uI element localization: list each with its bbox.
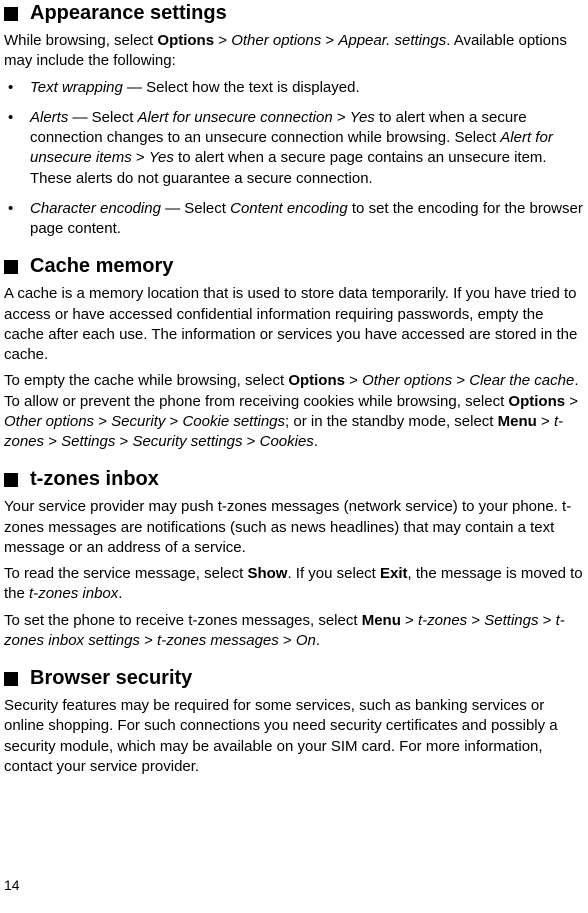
text: ; or in the standby mode, select xyxy=(285,413,498,430)
text: > xyxy=(214,32,231,49)
text: — Select how the text is displayed. xyxy=(123,79,360,96)
security-p1: Security features may be required for so… xyxy=(4,696,586,777)
list-item: Character encoding — Select Content enco… xyxy=(4,199,586,240)
bold-text: Menu xyxy=(498,413,537,430)
text: > xyxy=(565,393,578,410)
text: — Select xyxy=(68,109,137,126)
heading-text: Appearance settings xyxy=(30,0,227,27)
text: > xyxy=(537,413,554,430)
tzones-p1: Your service provider may push t-zones m… xyxy=(4,497,586,558)
section-tzones: t-zones inbox Your service provider may … xyxy=(4,466,586,651)
text: > xyxy=(321,32,338,49)
italic-text: Character encoding xyxy=(30,200,161,217)
bold-text: Options xyxy=(157,32,214,49)
italic-text: Appear. settings xyxy=(338,32,446,49)
italic-text: Alerts xyxy=(30,109,68,126)
text: > xyxy=(165,413,182,430)
text: > xyxy=(401,612,418,629)
cache-p1: A cache is a memory location that is use… xyxy=(4,284,586,365)
tzones-p2: To read the service message, select Show… xyxy=(4,564,586,605)
bold-text: Options xyxy=(508,393,565,410)
square-bullet-icon xyxy=(4,473,18,487)
bold-text: Show xyxy=(247,565,287,582)
italic-text: Cookies xyxy=(260,433,314,450)
text: > xyxy=(140,632,157,649)
text: . If you select xyxy=(287,565,380,582)
italic-text: Security xyxy=(111,413,165,430)
text: > xyxy=(94,413,111,430)
text: > xyxy=(44,433,61,450)
section-appearance: Appearance settings While browsing, sele… xyxy=(4,0,586,239)
appearance-list: Text wrapping — Select how the text is d… xyxy=(4,78,586,240)
document-page: Appearance settings While browsing, sele… xyxy=(0,0,588,777)
cache-p2: To empty the cache while browsing, selec… xyxy=(4,371,586,452)
italic-text: t-zones xyxy=(418,612,467,629)
text: While browsing, select xyxy=(4,32,157,49)
italic-text: Yes xyxy=(350,109,375,126)
italic-text: On xyxy=(296,632,316,649)
bold-text: Options xyxy=(288,372,345,389)
text: To set the phone to receive t-zones mess… xyxy=(4,612,362,629)
italic-text: Other options xyxy=(362,372,452,389)
bold-text: Menu xyxy=(362,612,401,629)
italic-text: Alert for unsecure connection xyxy=(138,109,333,126)
italic-text: Settings xyxy=(61,433,115,450)
italic-text: Yes xyxy=(149,149,174,166)
text: . xyxy=(316,632,320,649)
text: > xyxy=(467,612,484,629)
italic-text: t-zones messages xyxy=(157,632,279,649)
list-item: Alerts — Select Alert for unsecure conne… xyxy=(4,108,586,189)
square-bullet-icon xyxy=(4,7,18,21)
heading-cache: Cache memory xyxy=(4,253,586,280)
appearance-intro: While browsing, select Options > Other o… xyxy=(4,31,586,72)
italic-text: Security settings xyxy=(132,433,242,450)
text: . xyxy=(314,433,318,450)
page-number: 14 xyxy=(4,876,20,895)
text: > xyxy=(243,433,260,450)
text: . xyxy=(118,585,122,602)
list-item: Text wrapping — Select how the text is d… xyxy=(4,78,586,98)
italic-text: Other options xyxy=(4,413,94,430)
text: To empty the cache while browsing, selec… xyxy=(4,372,288,389)
heading-text: Browser security xyxy=(30,665,192,692)
section-security: Browser security Security features may b… xyxy=(4,665,586,777)
text: > xyxy=(279,632,296,649)
text: > xyxy=(132,149,149,166)
text: > xyxy=(115,433,132,450)
text: — Select xyxy=(161,200,230,217)
bold-text: Exit xyxy=(380,565,408,582)
square-bullet-icon xyxy=(4,260,18,274)
heading-text: t-zones inbox xyxy=(30,466,159,493)
italic-text: Clear the cache xyxy=(469,372,574,389)
italic-text: Cookie settings xyxy=(182,413,285,430)
italic-text: Other options xyxy=(231,32,321,49)
tzones-p3: To set the phone to receive t-zones mess… xyxy=(4,611,586,652)
heading-text: Cache memory xyxy=(30,253,173,280)
italic-text: Settings xyxy=(484,612,538,629)
text: To read the service message, select xyxy=(4,565,247,582)
text: > xyxy=(452,372,469,389)
square-bullet-icon xyxy=(4,672,18,686)
text: > xyxy=(345,372,362,389)
text: > xyxy=(333,109,350,126)
italic-text: Content encoding xyxy=(230,200,348,217)
heading-tzones: t-zones inbox xyxy=(4,466,586,493)
heading-security: Browser security xyxy=(4,665,586,692)
section-cache: Cache memory A cache is a memory locatio… xyxy=(4,253,586,452)
italic-text: t-zones inbox xyxy=(29,585,118,602)
text: > xyxy=(539,612,556,629)
italic-text: Text wrapping xyxy=(30,79,123,96)
heading-appearance: Appearance settings xyxy=(4,0,586,27)
